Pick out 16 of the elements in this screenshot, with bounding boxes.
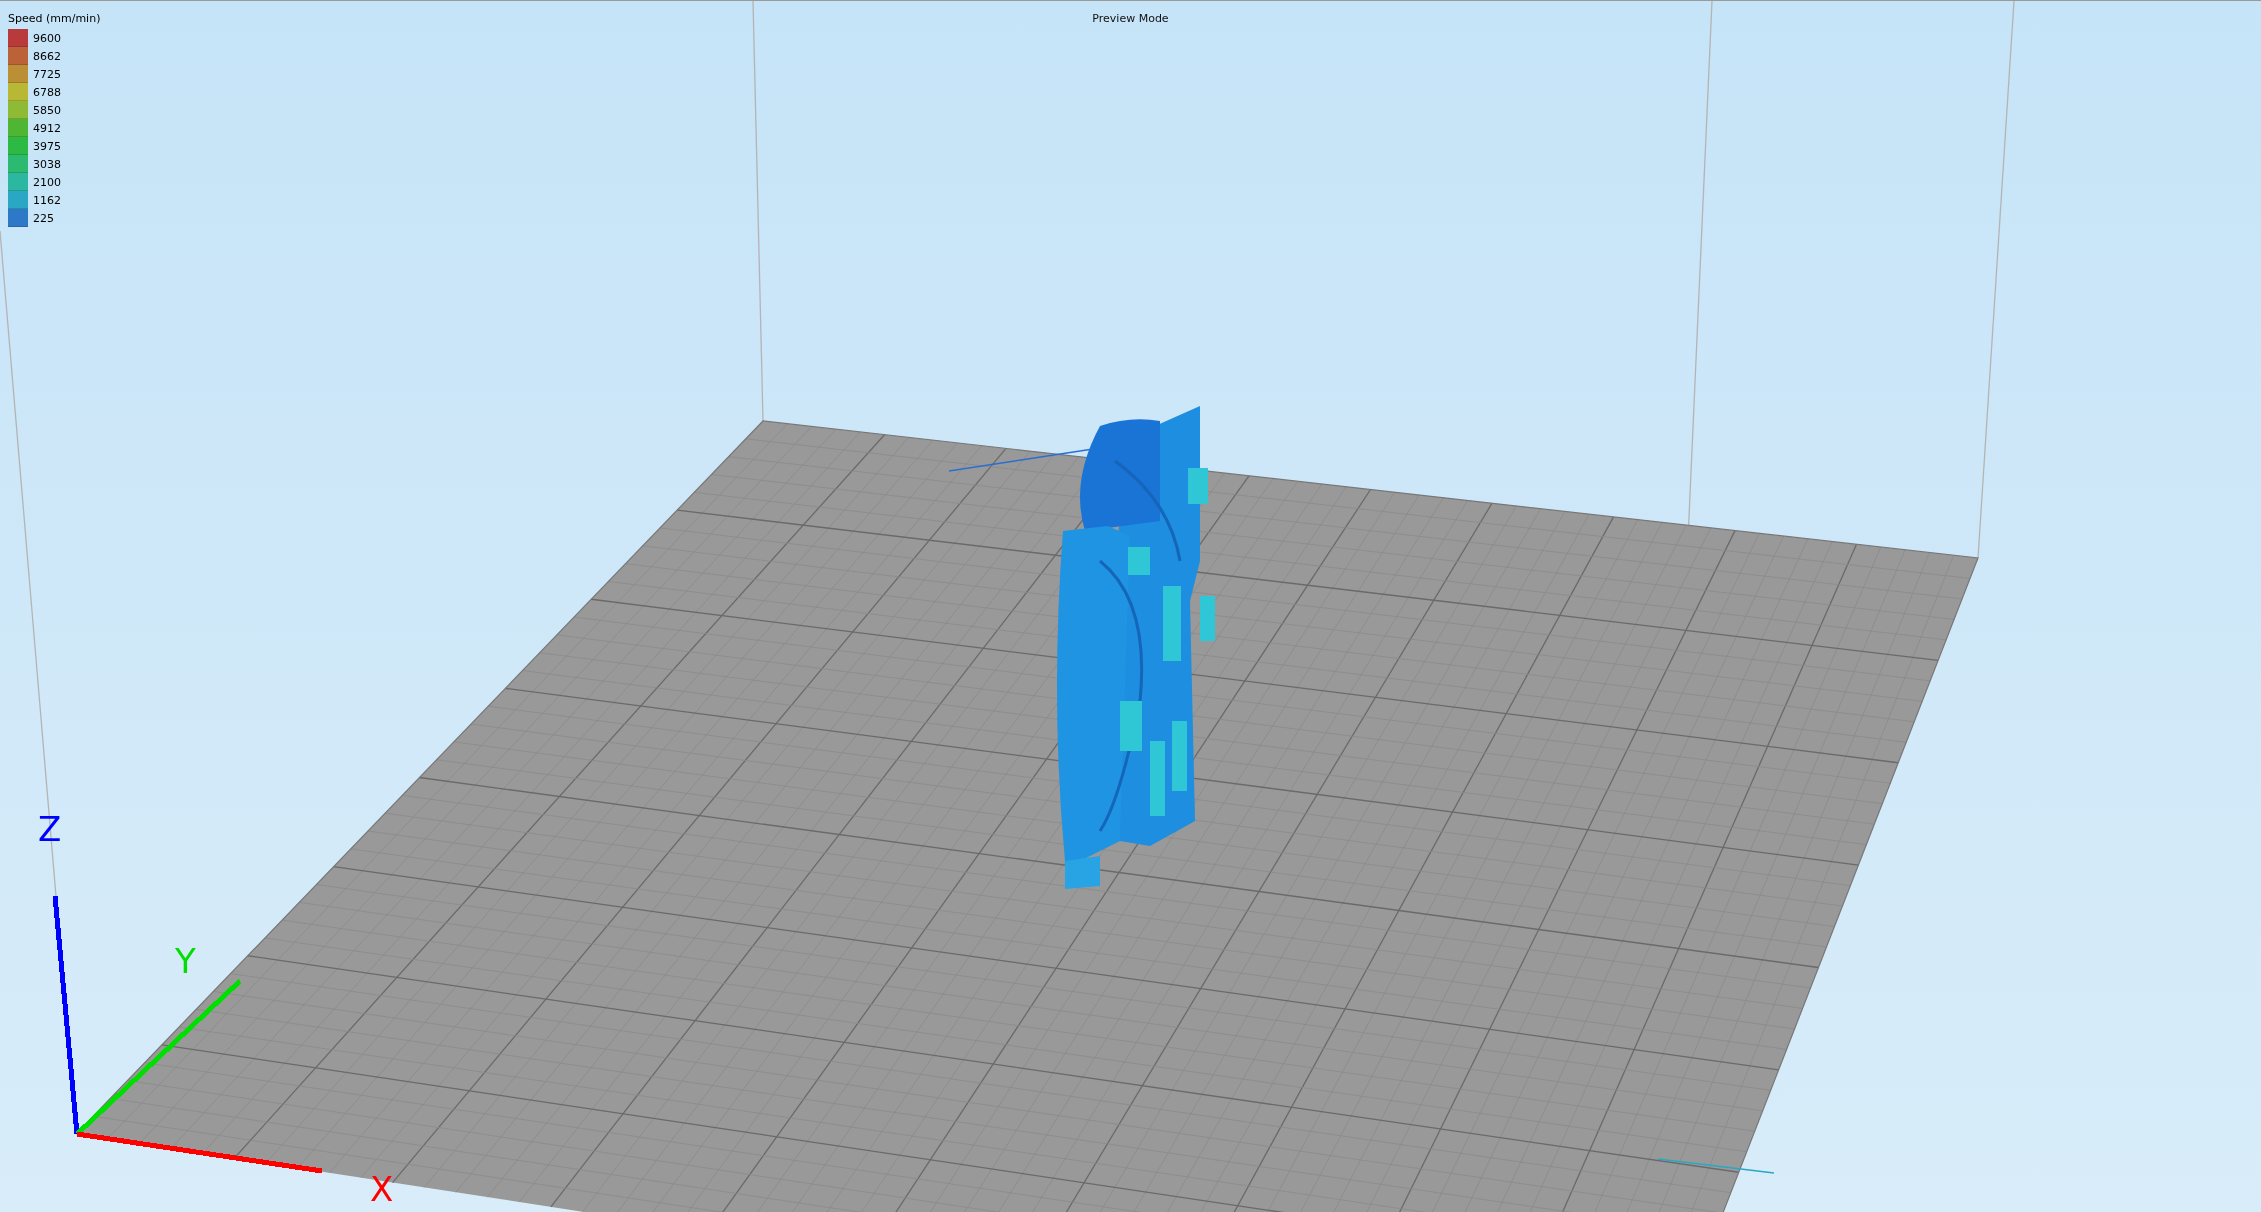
legend-value: 5850 [33,103,61,117]
legend-title: Speed (mm/min) [8,12,101,25]
legend-value: 1162 [33,193,61,207]
legend-value: 225 [33,211,54,225]
legend-value: 7725 [33,67,61,81]
axis-label: X [370,1169,394,1209]
legend-value: 8662 [33,49,61,63]
legend-value: 4912 [33,121,61,135]
axis-label: Z [38,809,62,849]
axis-label: Y [175,941,196,981]
legend-value: 2100 [33,175,61,189]
legend-value: 6788 [33,85,61,99]
legend-value: 9600 [33,31,61,45]
view-title: Preview Mode [1092,12,1169,25]
legend-value: 3038 [33,157,61,171]
legend-value: 3975 [33,139,61,153]
